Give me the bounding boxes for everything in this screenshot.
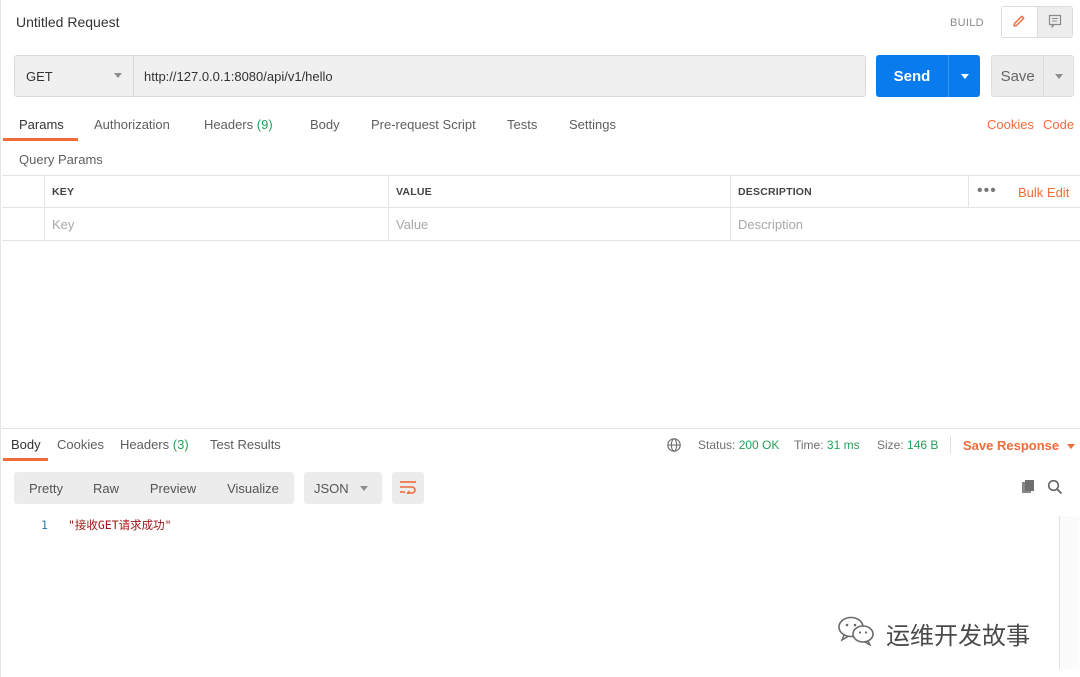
chevron-down-icon	[360, 486, 368, 491]
params-table: KEY VALUE DESCRIPTION Key Value Descript…	[2, 175, 1080, 241]
wechat-logo-icon	[836, 614, 876, 652]
tab-headers[interactable]: Headers (9)	[204, 117, 273, 132]
code-link[interactable]: Code	[1043, 117, 1074, 132]
cookies-link[interactable]: Cookies	[987, 117, 1034, 132]
response-tab-headers-label: Headers	[120, 437, 170, 452]
globe-icon[interactable]	[666, 437, 682, 456]
method-value: GET	[26, 68, 53, 84]
save-button[interactable]: Save	[992, 56, 1043, 96]
column-key: KEY	[44, 176, 388, 207]
tab-body[interactable]: Body	[310, 117, 340, 132]
divider	[950, 436, 951, 454]
format-select[interactable]: JSON	[304, 472, 382, 504]
send-options-dropdown[interactable]	[948, 55, 980, 97]
view-preview-button[interactable]: Preview	[134, 472, 212, 504]
response-string[interactable]: "接收GET请求成功"	[68, 518, 172, 532]
tab-settings[interactable]: Settings	[569, 117, 616, 132]
response-code-line: 1 "接收GET请求成功"	[41, 517, 172, 533]
url-input[interactable]: http://127.0.0.1:8080/api/v1/hello	[134, 55, 866, 97]
response-tab-test-results[interactable]: Test Results	[210, 437, 281, 452]
comments-mode-button[interactable]	[1036, 7, 1072, 37]
response-tab-cookies[interactable]: Cookies	[57, 437, 104, 452]
table-row: Key Value Description	[2, 208, 1080, 241]
status-value[interactable]: 200 OK	[739, 438, 780, 452]
status-label: Status:	[698, 438, 736, 452]
format-value: JSON	[314, 480, 349, 496]
chevron-down-icon	[114, 73, 122, 78]
response-status: Status: 200 OK	[698, 438, 779, 452]
save-response-button[interactable]: Save Response	[963, 438, 1076, 453]
more-options-icon[interactable]: •••	[977, 182, 997, 200]
search-icon[interactable]	[1047, 479, 1063, 498]
tab-authorization[interactable]: Authorization	[94, 117, 170, 132]
size-value[interactable]: 146 B	[907, 438, 938, 452]
time-value[interactable]: 31 ms	[827, 438, 860, 452]
response-size: Size: 146 B	[877, 438, 938, 452]
chevron-down-icon	[1067, 444, 1076, 450]
send-button-group: Send	[876, 55, 980, 97]
postman-window: Untitled Request BUILD GET http://127.0.…	[0, 0, 1080, 677]
save-response-label: Save Response	[963, 438, 1060, 453]
chevron-down-icon	[960, 73, 969, 79]
column-value: VALUE	[388, 176, 730, 207]
key-input[interactable]: Key	[44, 208, 388, 240]
query-params-heading: Query Params	[19, 152, 103, 167]
method-select[interactable]: GET	[14, 55, 134, 97]
size-label: Size:	[877, 438, 904, 452]
mode-toggle	[1001, 6, 1073, 38]
copy-icon[interactable]	[1020, 479, 1036, 498]
response-tab-headers[interactable]: Headers (3)	[120, 437, 189, 452]
tab-headers-count: (9)	[256, 117, 273, 132]
pencil-icon	[1011, 13, 1027, 32]
view-visualize-button[interactable]: Visualize	[212, 472, 294, 504]
build-mode-label: BUILD	[950, 17, 984, 29]
bulk-edit-link[interactable]: Bulk Edit	[1018, 185, 1069, 200]
value-input[interactable]: Value	[388, 208, 730, 240]
tab-prerequest-script[interactable]: Pre-request Script	[371, 117, 476, 132]
save-options-dropdown[interactable]	[1043, 56, 1073, 96]
column-description: DESCRIPTION	[730, 176, 968, 207]
response-time: Time: 31 ms	[794, 438, 860, 452]
response-scrollbar[interactable]	[1059, 516, 1079, 669]
send-button[interactable]: Send	[876, 55, 948, 97]
active-response-tab-indicator	[3, 458, 48, 461]
save-button-group: Save	[991, 55, 1074, 97]
response-view-selector: Pretty Raw Preview Visualize	[14, 472, 294, 504]
tab-params[interactable]: Params	[19, 117, 64, 132]
wrap-lines-button[interactable]	[392, 472, 424, 504]
active-tab-indicator	[3, 138, 78, 141]
edit-mode-button[interactable]	[1002, 7, 1037, 37]
wechat-watermark: 运维开发故事	[836, 614, 1030, 652]
response-tab-headers-count: (3)	[172, 437, 189, 452]
line-number: 1	[41, 518, 48, 532]
tab-headers-label: Headers	[204, 117, 254, 132]
request-title[interactable]: Untitled Request	[16, 14, 120, 30]
url-value: http://127.0.0.1:8080/api/v1/hello	[144, 68, 333, 84]
description-input[interactable]: Description	[730, 208, 1080, 240]
view-pretty-button[interactable]: Pretty	[14, 472, 78, 504]
response-tab-body[interactable]: Body	[11, 437, 41, 452]
watermark-text: 运维开发故事	[886, 621, 1030, 650]
view-raw-button[interactable]: Raw	[78, 472, 134, 504]
time-label: Time:	[794, 438, 824, 452]
tab-tests[interactable]: Tests	[507, 117, 537, 132]
chevron-down-icon	[1054, 73, 1063, 79]
comment-icon	[1047, 13, 1063, 32]
wrap-lines-icon	[399, 480, 417, 497]
response-divider[interactable]	[2, 428, 1080, 429]
table-header-row: KEY VALUE DESCRIPTION	[2, 176, 1080, 208]
